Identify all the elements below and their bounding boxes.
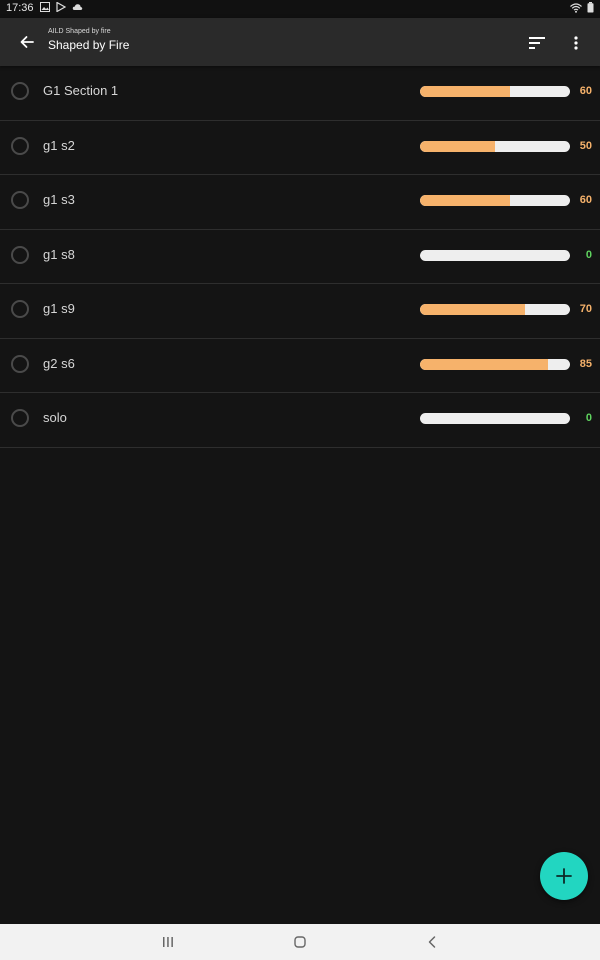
item-label: G1 Section 1 [43, 83, 119, 98]
item-value: 60 [579, 85, 592, 97]
system-back-button[interactable] [417, 930, 447, 954]
more-vert-icon [574, 36, 578, 50]
image-icon [40, 2, 50, 12]
sort-button[interactable] [524, 30, 550, 56]
radio-button[interactable] [11, 300, 29, 318]
screen: 17:36 AILD Shaped by fire Shaped by Fire… [0, 0, 600, 960]
status-icons-left [40, 2, 83, 12]
status-time: 17:36 [6, 2, 34, 14]
title-block: AILD Shaped by fire Shaped by Fire [48, 27, 129, 53]
progress-bar [420, 140, 570, 152]
progress-bar [420, 249, 570, 261]
recents-icon [163, 937, 173, 947]
radio-button[interactable] [11, 82, 29, 100]
status-bar: 17:36 [0, 0, 600, 18]
progress-fill [420, 358, 548, 370]
radio-button[interactable] [11, 409, 29, 427]
more-options-button[interactable] [566, 30, 586, 56]
item-value: 60 [579, 194, 592, 206]
back-icon [428, 936, 436, 948]
radio-button[interactable] [11, 136, 29, 155]
item-label: g1 s2 [43, 137, 75, 153]
list-item[interactable]: G1 Section 1 60 [0, 66, 600, 121]
progress-fill [420, 304, 525, 315]
progress-bar [420, 195, 570, 206]
progress-bar [420, 86, 570, 97]
progress-bar [420, 304, 570, 315]
status-icons-right [570, 2, 594, 13]
page-subtitle: AILD Shaped by fire [48, 28, 111, 35]
list-item[interactable]: g1 s3 60 [0, 175, 600, 230]
section-list: G1 Section 1 60 g1 s2 50 g1 s3 60 g1 s8 … [0, 66, 600, 448]
item-value: 70 [579, 303, 592, 315]
play-store-icon [56, 2, 66, 12]
page-title: Shaped by Fire [48, 38, 130, 52]
plus-icon [556, 868, 572, 884]
radio-button[interactable] [11, 245, 29, 264]
back-button[interactable] [12, 27, 42, 57]
home-button[interactable] [285, 930, 315, 954]
back-arrow-icon [20, 36, 34, 48]
item-value: 0 [585, 248, 592, 261]
list-item[interactable]: g1 s8 0 [0, 230, 600, 284]
system-nav-bar [0, 924, 600, 960]
progress-fill [420, 195, 510, 206]
progress-bar [420, 413, 570, 424]
progress-fill [420, 140, 495, 152]
item-label: g2 s6 [43, 355, 75, 371]
item-label: g1 s8 [43, 246, 75, 262]
radio-button[interactable] [11, 354, 29, 373]
sort-icon [529, 37, 545, 49]
add-button[interactable] [540, 852, 588, 900]
app-bar: AILD Shaped by fire Shaped by Fire [0, 18, 600, 66]
item-label: g1 s9 [43, 301, 75, 316]
item-value: 0 [585, 412, 592, 424]
item-label: g1 s3 [43, 192, 75, 207]
list-item[interactable]: g1 s9 70 [0, 284, 600, 339]
item-value: 85 [579, 357, 592, 370]
list-item[interactable]: g1 s2 50 [0, 121, 600, 175]
list-item[interactable]: solo 0 [0, 393, 600, 448]
home-icon [294, 936, 306, 948]
recents-button[interactable] [153, 930, 183, 954]
item-value: 50 [579, 139, 592, 152]
progress-bar [420, 358, 570, 370]
item-label: solo [43, 410, 67, 425]
cloud-icon [72, 4, 83, 10]
radio-button[interactable] [11, 191, 29, 209]
wifi-icon [570, 2, 582, 13]
list-item[interactable]: g2 s6 85 [0, 339, 600, 393]
progress-fill [420, 86, 510, 97]
battery-icon [587, 2, 594, 13]
